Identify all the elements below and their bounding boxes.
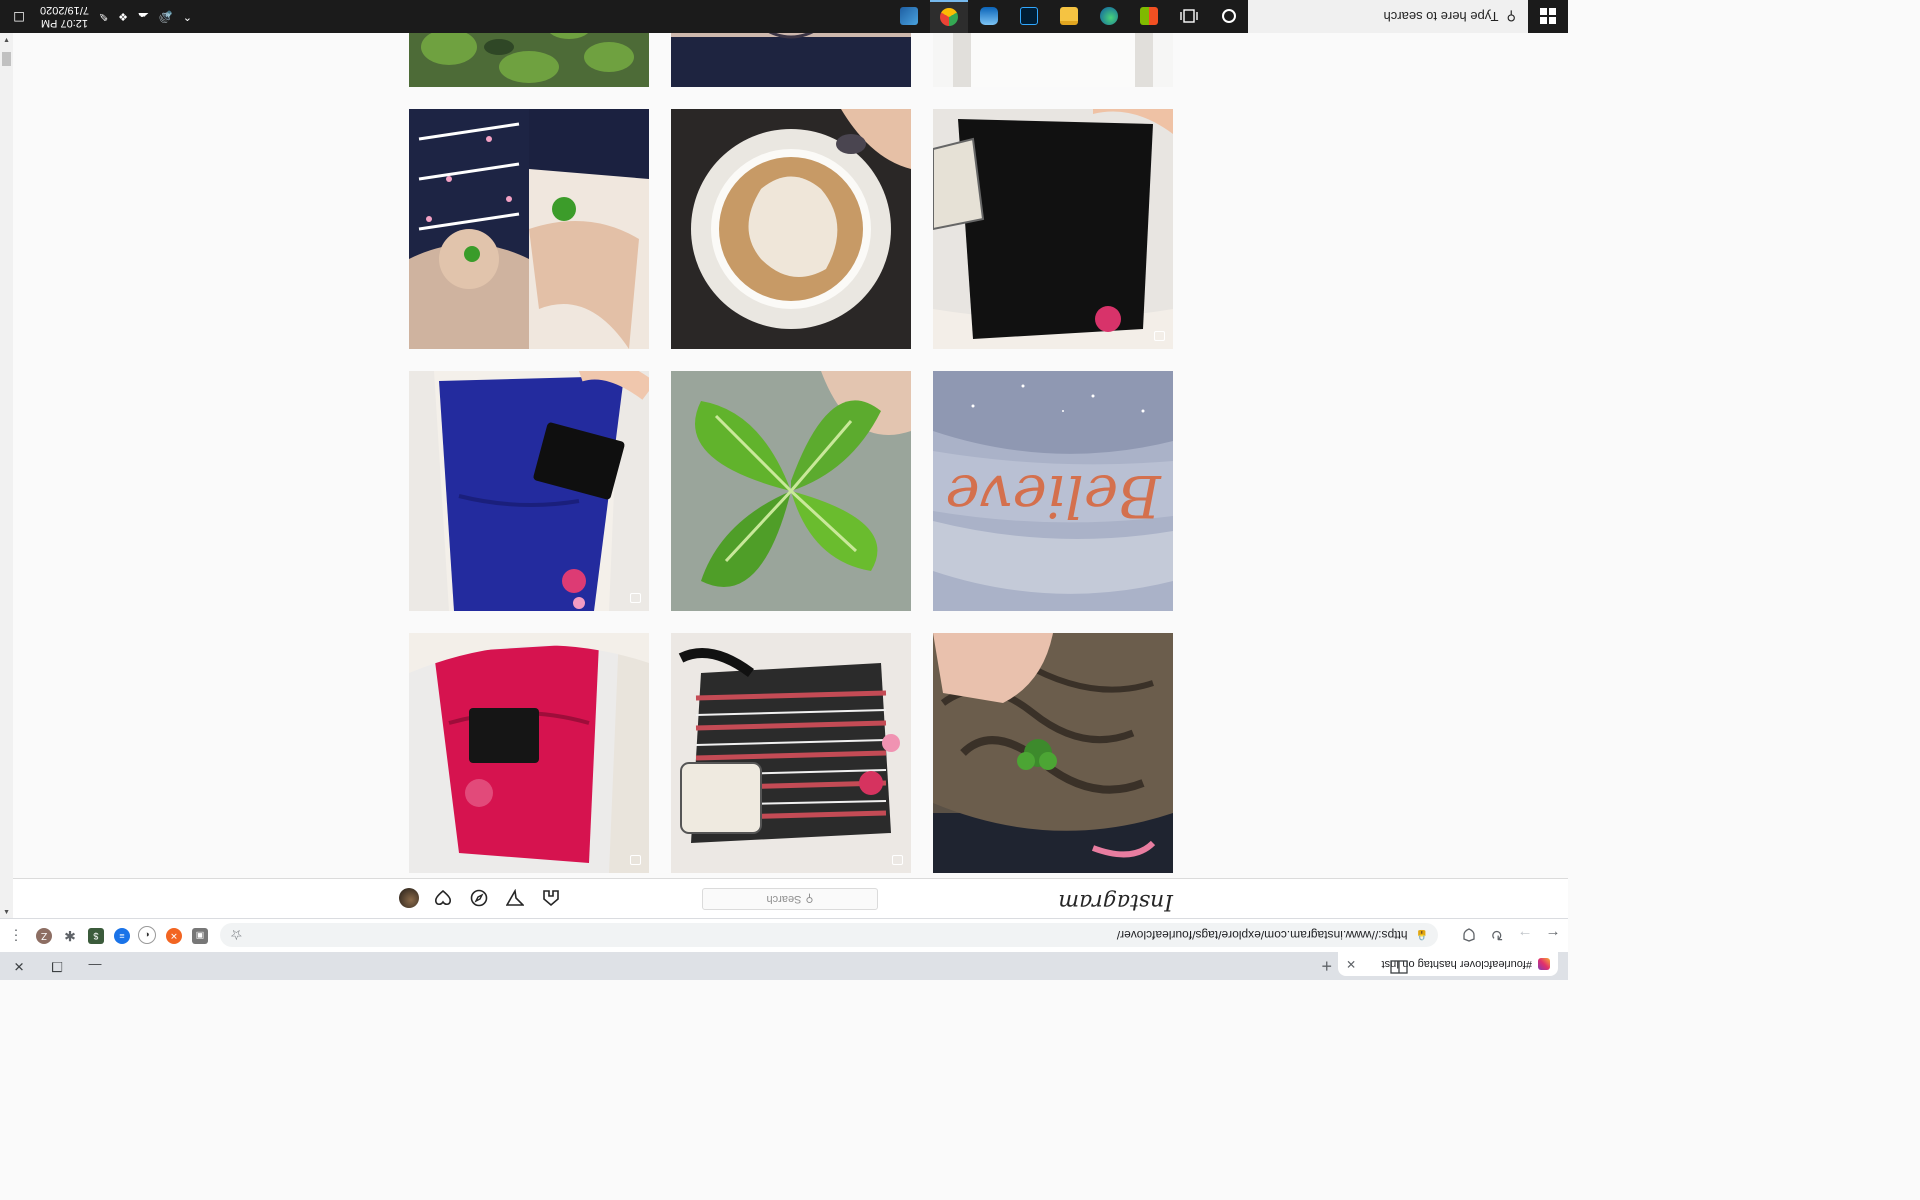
search-placeholder: Search	[766, 893, 802, 905]
instagram-favicon-icon	[1538, 958, 1550, 970]
scroll-down-arrow-icon[interactable]: ▼	[0, 33, 13, 46]
chrome-icon[interactable]	[930, 0, 968, 33]
minimize-button[interactable]: —	[76, 952, 114, 980]
extension-blue-icon[interactable]: ≡	[114, 928, 130, 944]
volume-icon[interactable]: 🔊	[159, 10, 173, 23]
post-latte-art-cup[interactable]	[671, 109, 911, 349]
scroll-thumb[interactable]	[2, 52, 11, 66]
notifications-icon[interactable]: ☐	[0, 0, 38, 33]
start-button[interactable]	[1528, 0, 1568, 33]
profile-avatar-icon[interactable]: Z	[36, 928, 52, 944]
activity-icon[interactable]	[431, 887, 455, 909]
control-panel-icon[interactable]	[890, 0, 928, 33]
chevron-up-icon[interactable]: ⌃	[183, 10, 192, 23]
window-controls: — ❐ ✕	[0, 952, 114, 980]
scroll-up-arrow-icon[interactable]: ▲	[0, 905, 13, 918]
photoshop-icon[interactable]	[1010, 0, 1048, 33]
tab-search-icon[interactable]	[1390, 955, 1408, 974]
task-view-icon[interactable]	[1170, 0, 1208, 33]
search-icon: ⚲	[805, 892, 814, 905]
lock-icon: 🔒	[1415, 929, 1428, 941]
tab-close-icon[interactable]: ✕	[1346, 957, 1356, 971]
pen-icon[interactable]: ✎	[99, 10, 108, 23]
dropbox-icon[interactable]: ❖	[118, 10, 128, 23]
select-checkbox-icon	[630, 593, 641, 603]
edge-icon[interactable]	[1090, 0, 1128, 33]
taskbar-search-placeholder: Type here to search	[1383, 9, 1499, 24]
post-believe-lettering[interactable]: Believe	[933, 371, 1173, 611]
clock-time: 12:07 PM	[40, 17, 89, 30]
shield-extension-icon[interactable]	[1456, 923, 1482, 949]
new-tab-button[interactable]: +	[1321, 955, 1332, 976]
home-icon[interactable]	[539, 887, 563, 909]
select-checkbox-icon	[630, 855, 641, 865]
windows-logo-icon	[1540, 8, 1556, 25]
search-icon: ⚲	[1506, 9, 1516, 25]
instagram-header: Instagram ⚲ Search	[13, 878, 1568, 918]
browser-toolbar: ← → ↻ 🔒 https://www.instagram.com/explor…	[0, 918, 1568, 952]
instagram-nav-icons	[399, 887, 563, 909]
microsoft-store-icon[interactable]	[1130, 0, 1168, 33]
profile-avatar[interactable]	[399, 888, 419, 908]
select-checkbox-icon	[1154, 331, 1165, 341]
extension-pocket-icon[interactable]: ▣	[192, 928, 208, 944]
believe-text: Believe	[945, 462, 1161, 530]
direct-icon[interactable]	[503, 887, 527, 909]
taskbar-clock[interactable]: 12:07 PM 7/19/2020	[40, 4, 89, 30]
browser-tab[interactable]: #fourleafclover hashtag on Inst ✕	[1338, 952, 1558, 976]
url-text: https://www.instagram.com/explore/tags/f…	[1116, 928, 1408, 942]
tab-title: #fourleafclover hashtag on Inst	[1381, 958, 1532, 970]
explore-icon[interactable]	[467, 887, 491, 909]
post-cat-with-clover[interactable]	[933, 633, 1173, 873]
instagram-search-input[interactable]: ⚲ Search	[702, 888, 878, 910]
post-four-leaf-clover-closeup[interactable]	[671, 371, 911, 611]
close-window-button[interactable]: ✕	[0, 952, 38, 980]
extensions-puzzle-icon[interactable]: ✱	[62, 928, 78, 945]
forward-button[interactable]: →	[1512, 923, 1538, 949]
cortana-icon[interactable]	[1210, 0, 1248, 33]
file-explorer-icon[interactable]	[1050, 0, 1088, 33]
post-child-with-clover-collage[interactable]	[409, 109, 649, 349]
restore-button[interactable]: ❐	[38, 952, 76, 980]
instagram-logo[interactable]: Instagram	[1058, 889, 1173, 914]
screen: #fourleafclover hashtag on Inst ✕ + — ❐ …	[0, 0, 1568, 980]
post-patterned-dress-flatlay[interactable]	[671, 633, 911, 873]
browser-tabstrip: #fourleafclover hashtag on Inst ✕ + — ❐ …	[0, 952, 1568, 980]
clock-date: 7/19/2020	[40, 4, 89, 17]
back-button[interactable]: ←	[1540, 923, 1566, 949]
windows-taskbar: ⚲ Type here to search ⌃ 🔊 ☁ ❖ ✎ 12:07 PM…	[0, 0, 1568, 33]
browser-menu-icon[interactable]: ⋮	[9, 927, 23, 944]
taskbar-search-input[interactable]: ⚲ Type here to search	[1248, 0, 1528, 33]
onedrive-icon[interactable]	[970, 0, 1008, 33]
system-tray: ⌃ 🔊 ☁ ❖ ✎ 12:07 PM 7/19/2020	[40, 0, 192, 33]
bookmark-star-icon[interactable]: ☆	[230, 927, 243, 944]
select-checkbox-icon	[892, 855, 903, 865]
post-blue-dress-flatlay[interactable]	[409, 371, 649, 611]
extension-orange-icon[interactable]: ✕	[166, 928, 182, 944]
extension-grey-icon[interactable]: ◐	[138, 926, 156, 944]
page-scrollbar[interactable]: ▲ ▼	[0, 33, 13, 918]
network-icon[interactable]: ☁	[138, 10, 149, 23]
address-bar[interactable]: 🔒 https://www.instagram.com/explore/tags…	[220, 923, 1438, 947]
reload-button[interactable]: ↻	[1484, 923, 1510, 949]
post-pink-dress-flatlay[interactable]	[409, 633, 649, 873]
post-black-dress-flatlay[interactable]	[933, 109, 1173, 349]
extension-dollar-icon[interactable]: $	[88, 928, 104, 944]
